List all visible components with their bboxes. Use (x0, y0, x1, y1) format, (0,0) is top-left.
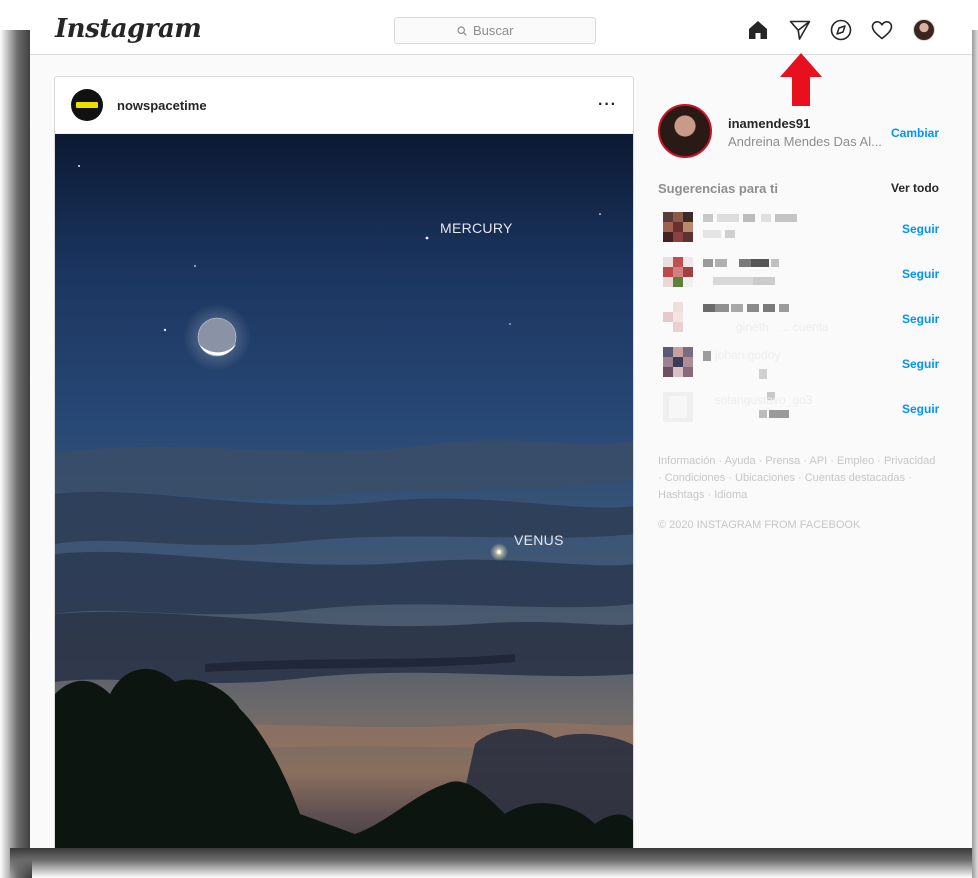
more-options-icon[interactable]: ··· (598, 96, 617, 114)
current-user-username[interactable]: inamendes91 (728, 116, 810, 131)
arrow-up-icon (780, 53, 822, 106)
copyright-text: © 2020 INSTAGRAM FROM FACEBOOK (658, 519, 861, 531)
suggestion-avatar[interactable] (663, 302, 693, 332)
frame-shadow (0, 30, 32, 878)
footer-links[interactable]: Información · Ayuda · Prensa · API · Emp… (658, 453, 938, 504)
suggestion-item: Seguir (663, 257, 939, 291)
follow-button[interactable]: Seguir (902, 267, 939, 281)
home-icon[interactable] (746, 18, 770, 42)
current-user-full-name: Andreina Mendes Das Al... (728, 134, 882, 149)
search-box[interactable] (394, 17, 596, 44)
suggestion-avatar[interactable] (663, 392, 693, 422)
suggestion-item: gineth · ... cuenta Seguir (663, 302, 939, 336)
suggestion-subtitle: gineth · ... cuenta (736, 320, 829, 334)
suggestion-username-pixelated[interactable] (703, 257, 863, 287)
follow-button[interactable]: Seguir (902, 357, 939, 371)
post-photo[interactable] (55, 134, 634, 848)
follow-button[interactable]: Seguir (902, 222, 939, 236)
suggestion-subtitle: johan.godoy (715, 348, 781, 362)
direct-message-icon[interactable] (788, 18, 812, 42)
post-username[interactable]: nowspacetime (117, 98, 207, 113)
feed-post: nowspacetime ··· MERCURY VENUS (54, 76, 634, 848)
suggestion-item: Seguir (663, 212, 939, 246)
suggestion-username-pixelated[interactable] (703, 212, 863, 242)
post-author-avatar[interactable] (71, 89, 103, 121)
browser-window: Instagram Buscar nowspacetime ··· MERCUR… (30, 0, 972, 848)
see-all-button[interactable]: Ver todo (891, 181, 939, 195)
suggestion-item: johan.godoy Seguir (663, 347, 939, 381)
explore-icon[interactable] (829, 18, 853, 42)
current-user-avatar[interactable] (658, 104, 712, 158)
suggestions-title: Sugerencias para ti (658, 181, 778, 196)
top-navigation-bar: Instagram (30, 0, 972, 55)
instagram-logo[interactable]: Instagram (55, 14, 202, 44)
current-user-card: inamendes91 Andreina Mendes Das Al... Ca… (658, 104, 939, 158)
suggestion-item: solangustavo_go3 Seguir (663, 392, 939, 426)
mercury-label: MERCURY (440, 220, 513, 236)
frame-shadow (972, 30, 978, 878)
suggestion-subtitle: solangustavo_go3 (715, 393, 813, 407)
activity-heart-icon[interactable] (870, 18, 894, 42)
profile-avatar[interactable] (913, 19, 935, 41)
post-header: nowspacetime ··· (55, 77, 633, 134)
search-icon (457, 25, 467, 36)
frame-shadow (10, 848, 978, 878)
venus-label: VENUS (514, 532, 564, 548)
suggestion-avatar[interactable] (663, 347, 693, 377)
switch-account-button[interactable]: Cambiar (891, 126, 939, 140)
suggestion-avatar[interactable] (663, 212, 693, 242)
search-input[interactable] (473, 23, 533, 38)
follow-button[interactable]: Seguir (902, 312, 939, 326)
suggestion-avatar[interactable] (663, 257, 693, 287)
follow-button[interactable]: Seguir (902, 402, 939, 416)
